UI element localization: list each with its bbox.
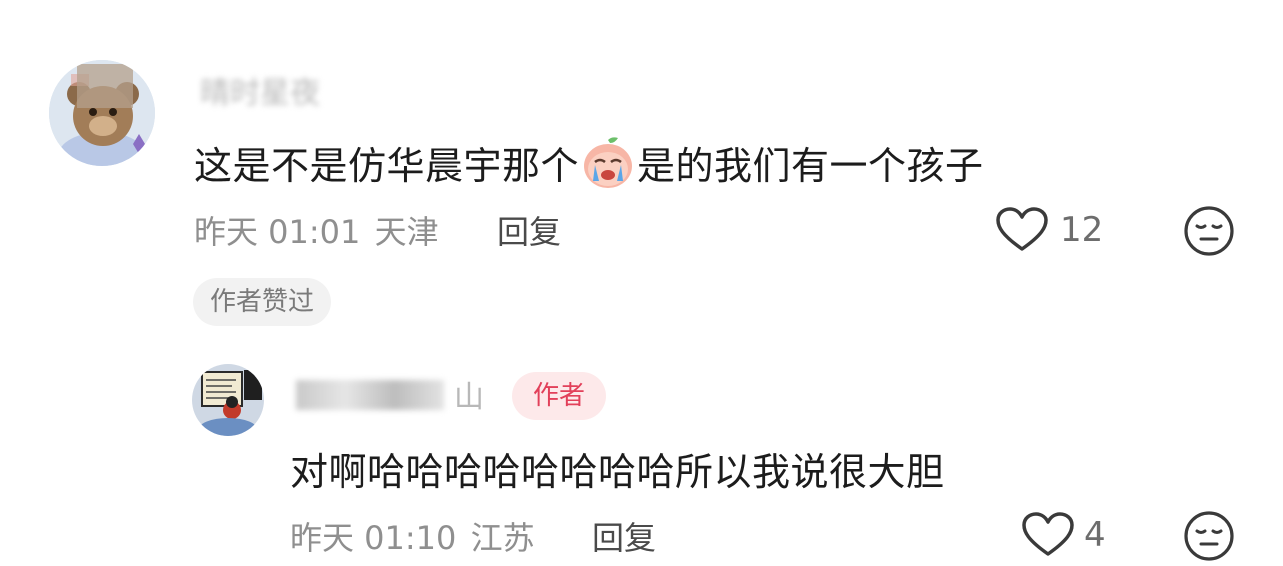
reply-button[interactable]: 回复	[592, 513, 656, 559]
author-badge: 作者	[512, 372, 606, 420]
user-avatar[interactable]	[192, 364, 264, 436]
like-button[interactable]: 12	[996, 205, 1116, 255]
like-count: 12	[1060, 210, 1104, 250]
like-button[interactable]: 4	[1022, 510, 1122, 560]
comment-text-part: 这是不是仿华晨宇那个	[194, 144, 580, 188]
heart-outline-icon	[996, 207, 1048, 257]
comment-text: 这是不是仿华晨宇那个 是的我们有一个孩子	[194, 135, 984, 191]
username-text: 山	[454, 380, 484, 415]
neutral-face-icon[interactable]	[1183, 510, 1235, 566]
avatar-mosaic	[77, 64, 133, 108]
author-liked-badge: 作者赞过	[193, 278, 332, 326]
comment-text: 对啊哈哈哈哈哈哈哈哈所以我说很大胆	[290, 450, 945, 494]
neutral-face-icon[interactable]	[1183, 205, 1235, 261]
comment-meta: 昨天 01:01 天津	[194, 207, 439, 253]
location: 天津	[374, 213, 439, 251]
comment-text-part: 是的我们有一个孩子	[637, 144, 984, 188]
crying-peach-emoji-icon	[580, 135, 636, 191]
like-count: 4	[1084, 515, 1106, 555]
username-mosaic	[296, 380, 444, 410]
heart-outline-icon	[1022, 512, 1074, 562]
user-avatar[interactable]	[49, 60, 155, 166]
comment-meta: 昨天 01:10 江苏	[290, 513, 535, 559]
reply-button[interactable]: 回复	[497, 207, 561, 253]
timestamp: 昨天 01:10	[290, 519, 457, 557]
timestamp: 昨天 01:01	[194, 213, 361, 251]
username[interactable]: 晴时星夜	[200, 68, 320, 112]
location: 江苏	[470, 519, 535, 557]
